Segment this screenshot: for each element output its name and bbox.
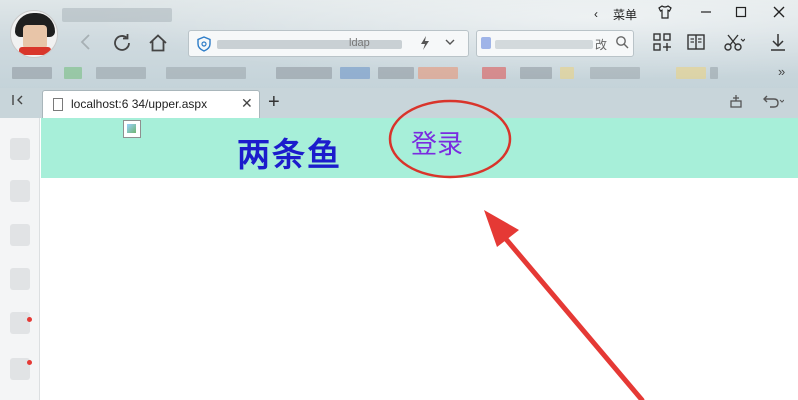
user-avatar[interactable] [10, 10, 58, 58]
back-icon[interactable] [74, 32, 98, 56]
left-sidebar [0, 118, 40, 400]
web-page-content: 两条鱼 登录 [41, 118, 798, 400]
site-title: 两条鱼 [237, 135, 342, 174]
bookmark-item[interactable] [710, 67, 718, 79]
bookmark-item[interactable] [12, 67, 52, 79]
bookmarks-overflow-icon[interactable]: » [778, 64, 785, 79]
chevron-down-icon[interactable] [444, 35, 456, 52]
maximize-icon[interactable] [730, 4, 752, 24]
avatar-face [23, 25, 47, 49]
notification-dot [27, 360, 32, 365]
search-box[interactable]: 改 [476, 30, 634, 57]
refresh-icon[interactable] [110, 32, 134, 56]
apps-grid-icon[interactable] [650, 32, 674, 56]
tab-close-icon[interactable]: ✕ [241, 95, 253, 112]
browser-window: ‹ 菜单 ldap 改 » localhost:6 34/upper.aspx … [0, 0, 798, 400]
broken-image-icon [123, 120, 141, 138]
bookmark-item[interactable] [520, 67, 552, 79]
login-link[interactable]: 登录 [411, 124, 463, 161]
url-fragment: ldap [349, 37, 370, 49]
sidebar-item[interactable] [10, 180, 30, 202]
undo-icon[interactable] [760, 93, 785, 113]
bookmark-item[interactable] [378, 67, 414, 79]
blurred-url [217, 40, 402, 49]
bookmark-item[interactable] [276, 67, 332, 79]
sidebar-item[interactable] [10, 312, 30, 334]
new-tab-button[interactable]: + [268, 91, 280, 113]
search-hint: 改 [595, 38, 608, 52]
tab-strip: localhost:6 34/upper.aspx ✕ + [0, 88, 798, 118]
sidebar-item[interactable] [10, 224, 30, 246]
bookmark-item[interactable] [676, 67, 706, 79]
bookmark-item[interactable] [482, 67, 506, 79]
bookmark-item[interactable] [560, 67, 574, 79]
search-icon[interactable] [615, 35, 629, 52]
address-bar[interactable]: ldap [188, 30, 469, 57]
scissors-icon[interactable] [722, 32, 746, 56]
tab-title: localhost:6 34/upper.aspx [71, 97, 208, 111]
bookmark-item[interactable] [590, 67, 640, 79]
bookmark-item[interactable] [166, 67, 246, 79]
minimize-icon[interactable] [695, 4, 717, 24]
menu-arrow-icon[interactable]: ‹ [594, 4, 598, 24]
tab-localhost[interactable]: localhost:6 34/upper.aspx ✕ [42, 90, 260, 118]
bookmark-item[interactable] [418, 67, 458, 79]
home-icon[interactable] [146, 32, 170, 56]
sidebar-item[interactable] [10, 268, 30, 290]
security-shield-icon[interactable] [197, 36, 211, 55]
bookmark-item[interactable] [64, 67, 82, 79]
shirt-icon[interactable] [654, 4, 676, 24]
lightning-icon[interactable] [419, 35, 431, 54]
avatar-scarf [19, 47, 51, 55]
bookmark-item[interactable] [340, 67, 370, 79]
bookmarks-bar: » [0, 62, 798, 84]
sweep-icon[interactable] [728, 93, 744, 113]
page-header-banner: 两条鱼 登录 [41, 118, 798, 178]
search-engine-icon[interactable] [481, 37, 491, 49]
close-icon[interactable] [768, 4, 790, 24]
blurred-account-name [62, 8, 172, 22]
blurred-search-text [495, 40, 593, 49]
download-icon[interactable] [766, 32, 790, 56]
page-document-icon [53, 98, 63, 111]
bookmark-item[interactable] [96, 67, 146, 79]
menu-button[interactable]: 菜单 [613, 4, 637, 24]
reading-mode-icon[interactable] [684, 32, 708, 56]
browser-chrome: ‹ 菜单 ldap 改 » [0, 0, 798, 90]
sidebar-toggle-icon[interactable] [8, 93, 28, 113]
notification-dot [27, 317, 32, 322]
sidebar-item[interactable] [10, 138, 30, 160]
